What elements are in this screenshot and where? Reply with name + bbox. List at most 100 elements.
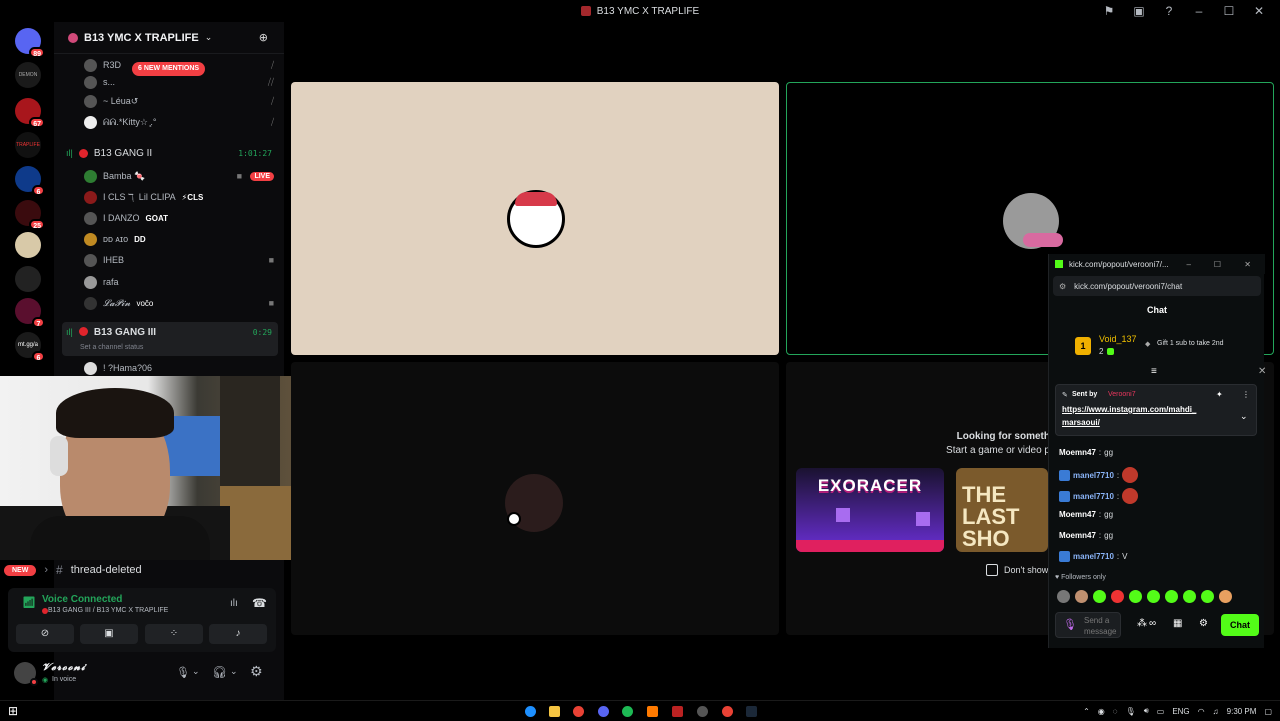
battery-icon[interactable]: ▭ [1157,707,1165,716]
emote-icon[interactable] [1111,590,1124,603]
server-icon[interactable]: DEMON [15,62,41,88]
inbox-icon[interactable]: ⚑ [1102,4,1116,18]
chevron-up-icon[interactable]: ⌃ [1083,707,1090,716]
server-icon[interactable]: mt.gg/a 6 [15,332,45,362]
language-indicator[interactable]: ENG [1172,707,1189,716]
close-icon[interactable]: ✕ [1244,260,1251,269]
emote-icon[interactable] [1093,590,1106,603]
more-options-icon[interactable]: ⋮ [1242,390,1250,399]
dont-show-option[interactable]: Don't show [986,564,1048,576]
speaker-icon[interactable]: ♫ [1213,707,1219,716]
voice-channel-path[interactable]: B13 GANG III / B13 YMC X TRAPLIFE [48,607,168,614]
chat-username[interactable]: Moemn47 [1059,531,1096,540]
app-icon[interactable] [672,706,683,717]
close-icon[interactable]: ✕ [1252,4,1266,18]
screen-share-button[interactable]: ▣ [80,624,138,644]
voice-user[interactable]: I CLS ℸ ̣ Lil CLIPA ⚡CLS [84,188,274,206]
network-icon[interactable]: ◌ [1113,707,1118,716]
edge-icon[interactable] [525,706,536,717]
voice-user[interactable]: ᴅᴅ ᴀɪᴏ DD [84,230,274,248]
send-chat-button[interactable]: Chat [1221,614,1259,636]
store-icon[interactable]: ▦ [1173,618,1182,629]
emote-icon[interactable] [1057,590,1070,603]
minimize-icon[interactable]: – [1192,4,1206,18]
voice-user[interactable]: I DANZO GOAT [84,209,274,227]
maximize-icon[interactable]: ☐ [1214,260,1221,269]
chat-username[interactable]: manel7710 [1073,471,1114,480]
start-icon[interactable]: ⊞ [8,704,18,718]
screen-share-icon[interactable]: ▣ [1132,4,1146,18]
thread-row[interactable]: NEW › # thread-deleted [0,560,284,580]
microphone-icon[interactable]: 🎙︎ [176,666,190,679]
chat-username[interactable]: manel7710 [1073,552,1114,561]
obs-icon[interactable]: ◉ [1098,707,1105,716]
notifications-icon[interactable]: ▢ [1264,707,1272,716]
settings-gear-icon[interactable]: ⚙ [1199,618,1208,629]
game-card-last-shot[interactable]: THE LAST SHO [956,468,1048,552]
steam-icon[interactable] [746,706,757,717]
soundboard-button[interactable]: ♪ [209,624,267,644]
server-icon[interactable]: 25 [15,200,45,230]
voice-user[interactable]: ~ Léua↺ ⧸ [84,92,274,110]
extensions-icon[interactable]: ⁂ [1137,618,1147,629]
server-icon[interactable]: 7 [15,298,45,328]
activities-button[interactable]: ⁘ [145,624,203,644]
help-icon[interactable]: ? [1162,4,1176,18]
new-mentions-pill[interactable]: 6 NEW MENTIONS [132,62,206,76]
settings-gear-icon[interactable]: ⚙ [250,663,263,680]
guild-header[interactable]: B13 YMC X TRAPLIFE ⌄ ⊕ [54,22,284,54]
voice-channel-b13-gang-iii[interactable]: ıl| B13 GANG III 0:29 Set a channel stat… [62,322,278,356]
popout-address-bar[interactable]: ⚙ kick.com/popout/verooni7/chat [1053,276,1261,296]
emote-icon[interactable] [1129,590,1142,603]
chevron-down-icon[interactable]: ⌄ [192,666,200,677]
camera-off-button[interactable]: ⊘ [16,624,74,644]
participant-tile[interactable] [291,82,779,355]
microphone-icon[interactable]: 🎙︎ [1063,618,1077,631]
close-icon[interactable]: ✕ [1258,366,1266,377]
gift-sub-prompt[interactable]: Gift 1 sub to take 2nd [1157,340,1224,347]
search-icon[interactable] [647,706,658,717]
chat-username[interactable]: Moemn47 [1059,510,1096,519]
voice-status-title[interactable]: Voice Connected [42,594,122,605]
emote-icon[interactable] [1165,590,1178,603]
chevron-down-icon[interactable]: ⌄ [1240,411,1248,422]
noise-suppression-icon[interactable]: ılı [230,598,238,609]
game-card-exoracer[interactable]: EXORACER [796,468,944,552]
server-icon[interactable] [15,232,41,258]
voice-user[interactable]: rafa [84,273,274,291]
voice-user[interactable]: ᕱᕱ.*Kitty☆ ̥.° ⧸ [84,113,274,131]
signal-icon[interactable]: 📶︎ [22,596,36,609]
filter-icon[interactable]: ≡ [1151,366,1157,377]
maximize-icon[interactable]: ☐ [1222,4,1236,18]
clock[interactable]: 9:30 PM [1227,707,1257,716]
emote-icon[interactable] [1147,590,1160,603]
server-icon[interactable]: 67 [15,98,45,128]
add-friend-icon[interactable]: ⊕ [259,31,268,44]
emote-icon[interactable] [1183,590,1196,603]
voice-user[interactable]: Bamba 🍬 ■ LIVE [84,167,274,185]
minimize-icon[interactable]: – [1187,260,1191,269]
chrome-icon[interactable] [722,706,733,717]
file-explorer-icon[interactable] [549,706,560,717]
discord-icon[interactable] [598,706,609,717]
chat-username[interactable]: manel7710 [1073,492,1114,501]
pinned-link[interactable]: https://www.instagram.com/mahdi_ [1062,405,1196,414]
home-server-icon[interactable]: 89 [15,28,45,58]
voice-user[interactable]: ! ?Hama?06 [84,359,274,377]
top-gifter-name[interactable]: Void_137 [1099,334,1137,344]
channel-status[interactable]: Set a channel status [80,344,143,351]
app-icon[interactable] [697,706,708,717]
dont-show-checkbox[interactable] [986,564,998,576]
chevron-down-icon[interactable]: ⌄ [230,666,238,677]
chat-username[interactable]: Moemn47 [1059,448,1096,457]
wifi-icon[interactable]: ◠ [1198,707,1205,716]
server-icon[interactable]: 6 [15,166,45,196]
unpin-icon[interactable]: ✦ [1216,390,1223,399]
volume-icon[interactable]: 🔊︎ [1144,706,1149,716]
site-settings-icon[interactable]: ⚙ [1059,282,1066,291]
emote-icon[interactable] [1201,590,1214,603]
emote-icon[interactable] [1075,590,1088,603]
pinned-link-continued[interactable]: marsaoui/ [1062,418,1100,427]
sent-by-user[interactable]: Verooni7 [1108,391,1136,398]
voice-user[interactable]: 𝓛𝓪𝓟𝓲𝓷 vočo ■ [84,294,274,312]
